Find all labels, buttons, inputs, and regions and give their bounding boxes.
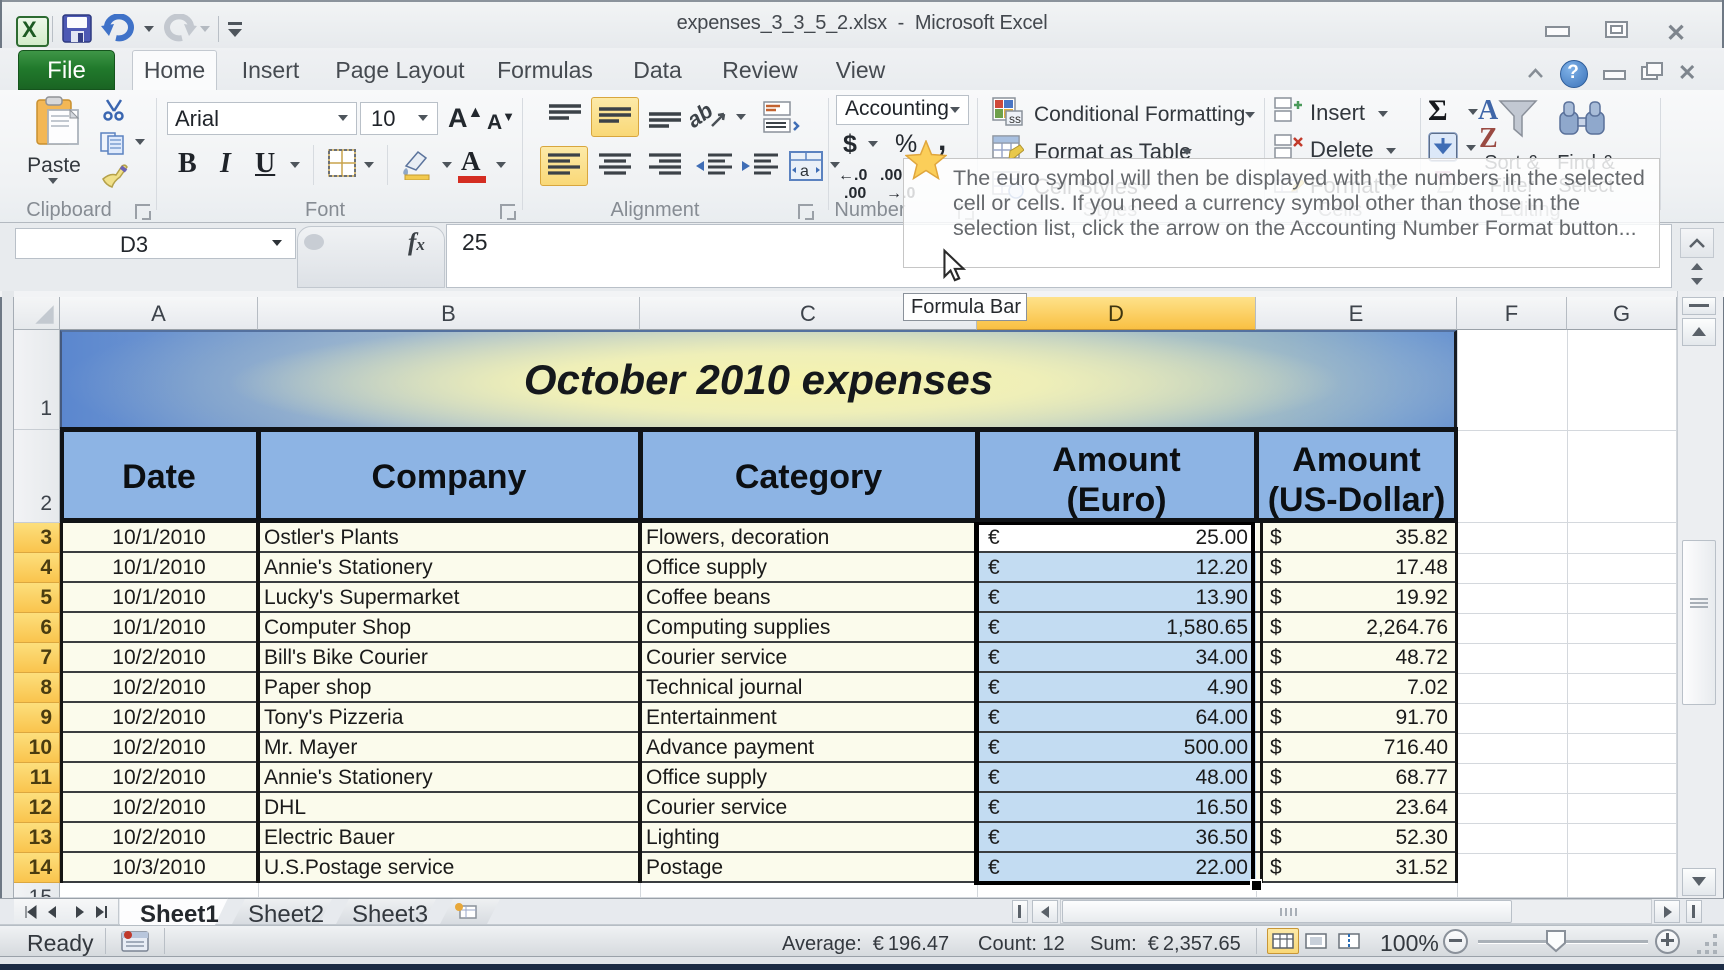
svg-text:ss: ss [1009,112,1021,126]
svg-text:Z: Z [1479,123,1498,153]
svg-text:A: A [1478,95,1499,126]
svg-text:ab: ab [690,100,717,133]
svg-text:a: a [800,163,809,180]
